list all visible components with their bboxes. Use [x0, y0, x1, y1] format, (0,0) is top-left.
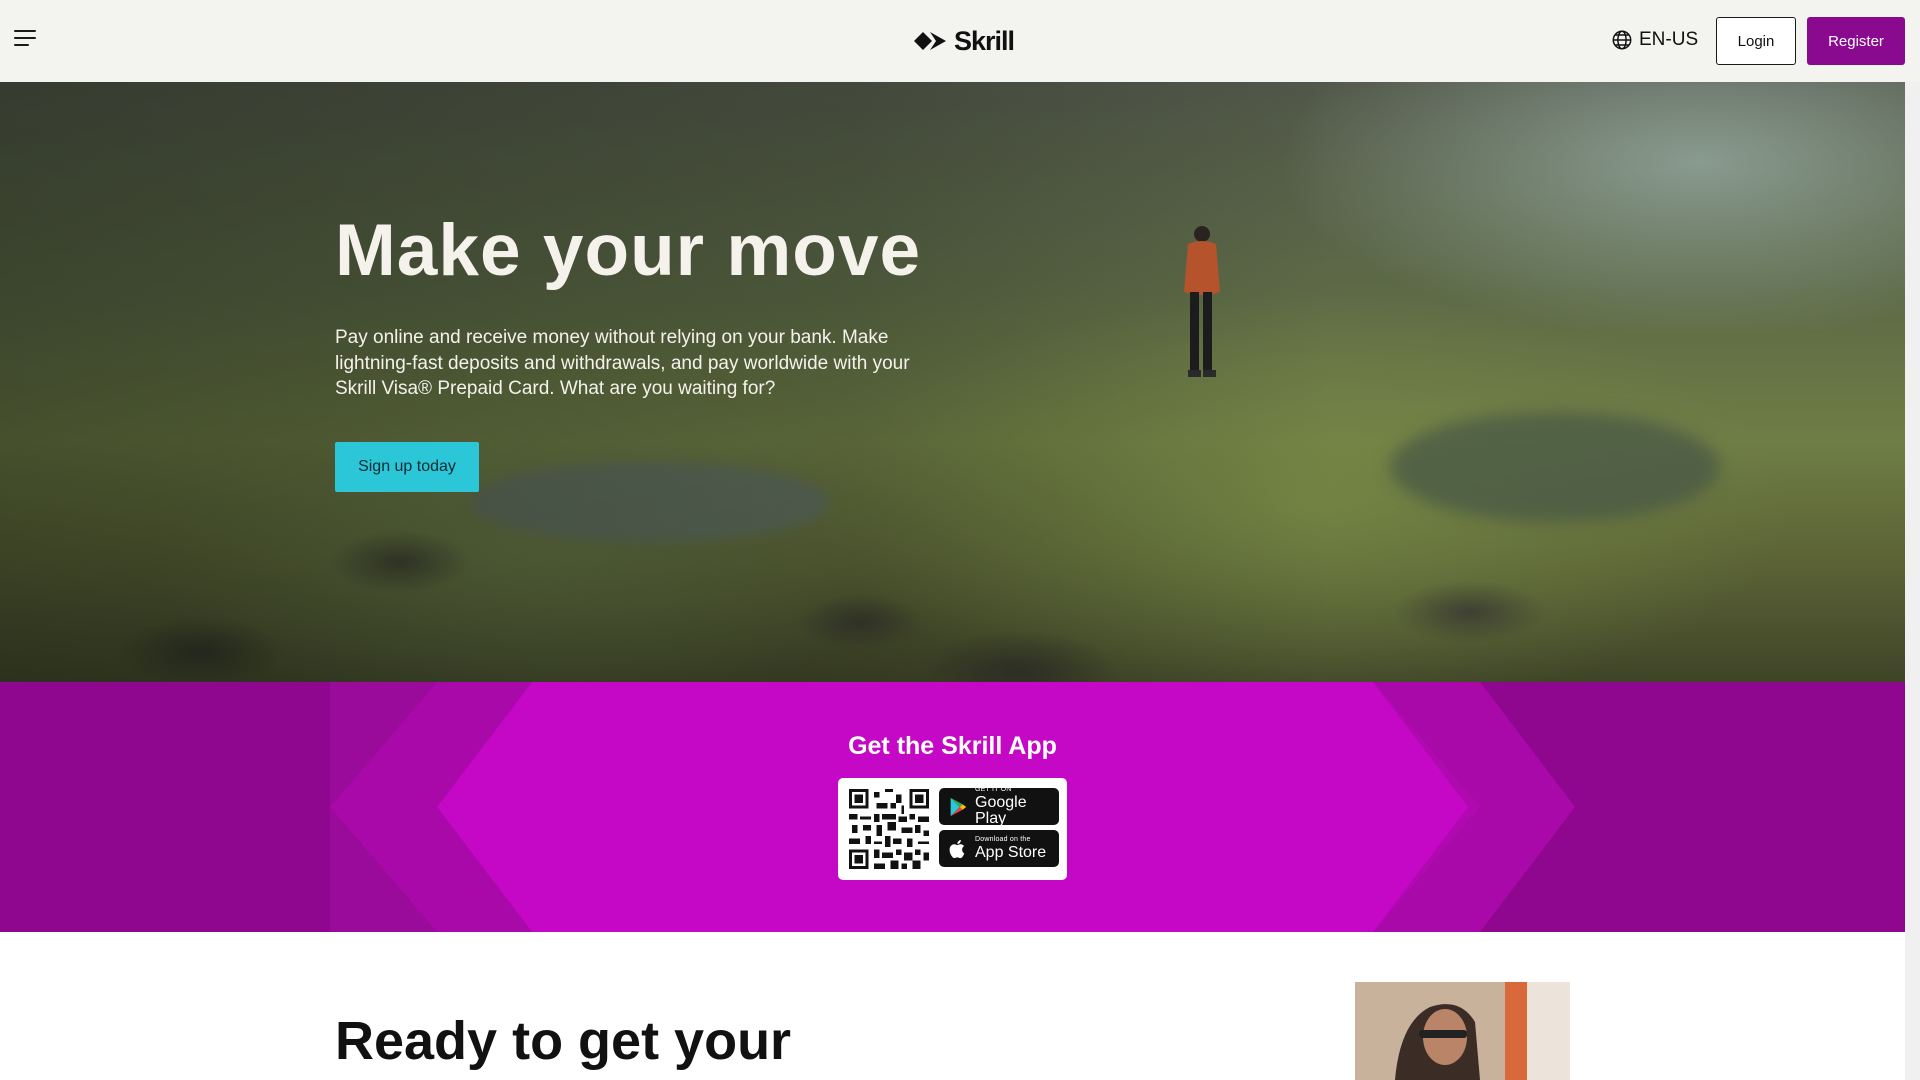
google-play-button[interactable]: GET IT ON Google Play: [939, 786, 1059, 827]
register-button[interactable]: Register: [1807, 17, 1905, 65]
globe-icon: [1612, 30, 1632, 50]
woman-photo-illustration: [1355, 982, 1570, 1080]
login-button[interactable]: Login: [1716, 17, 1796, 65]
woman-in-car-image: [1355, 982, 1570, 1080]
sign-up-button[interactable]: Sign up today: [335, 442, 479, 492]
apple-icon: [949, 839, 965, 858]
app-download-banner: Get the Skrill App GET IT ON Google Play…: [0, 682, 1905, 932]
menu-icon[interactable]: [14, 30, 38, 50]
google-play-small-label: GET IT ON: [975, 786, 1012, 793]
app-download-card: GET IT ON Google Play Download on the Ap…: [838, 778, 1067, 880]
hero-title: Make your move: [335, 210, 922, 291]
app-store-label: App Store: [975, 844, 1047, 861]
google-play-icon: [950, 797, 967, 816]
app-store-small-label: Download on the: [975, 836, 1031, 843]
hiker-figure: [1184, 226, 1220, 377]
site-header: Skrill EN-US Login Register: [0, 0, 1920, 82]
scrollbar-track[interactable]: [1905, 82, 1920, 1080]
google-play-label: Google Play: [975, 794, 1027, 827]
qr-code-icon[interactable]: [849, 789, 929, 869]
language-label: EN-US: [1639, 29, 1699, 50]
logo-text: Skrill: [954, 25, 1015, 56]
language-selector[interactable]: EN-US: [1611, 29, 1698, 51]
skrill-logo[interactable]: Skrill: [914, 25, 1015, 56]
section-title: Ready to get your: [335, 1011, 792, 1071]
hero-section: Make your move Pay online and receive mo…: [0, 82, 1905, 682]
app-store-button[interactable]: Download on the App Store: [939, 830, 1059, 867]
skrill-logo-icon: [914, 32, 946, 50]
hero-description: Pay online and receive money without rel…: [335, 327, 910, 399]
app-banner-title: Get the Skrill App: [848, 732, 1057, 760]
